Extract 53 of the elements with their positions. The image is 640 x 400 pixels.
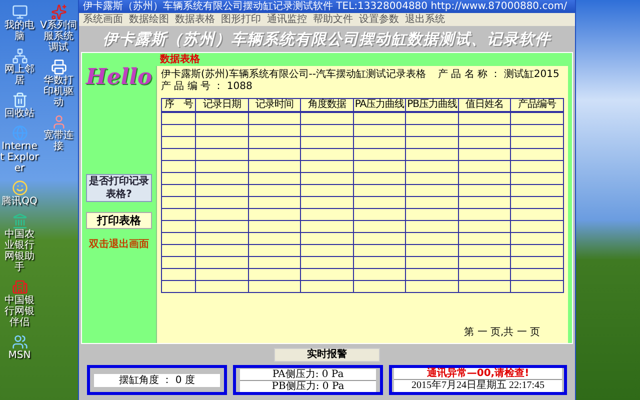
realtime-alarm-button[interactable]: 实时报警: [274, 348, 380, 362]
desktop-icon-label[interactable]: 华数打印机驱动: [39, 75, 78, 108]
desktop-icon-label[interactable]: 中国农业银行网银助手: [0, 229, 39, 273]
product-name: 产 品 名 称 ： 测试缸2015: [438, 69, 560, 81]
menu-item[interactable]: 通讯监控: [267, 14, 307, 26]
desktop-icon-label[interactable]: 我的电脑: [0, 20, 39, 42]
column-header: 值日姓名: [458, 98, 511, 112]
menu-item[interactable]: 图形打印: [221, 14, 261, 26]
menu-item[interactable]: 系统画面: [83, 14, 123, 26]
product-number: 产 品 编 号 ： 1088: [161, 81, 252, 93]
print-question-button[interactable]: 是否打印记录表格?: [86, 174, 152, 202]
column-header: 序 号: [162, 98, 196, 112]
sparkle-icon[interactable]: [50, 4, 66, 20]
computer-icon[interactable]: [12, 4, 28, 20]
globe-icon[interactable]: [12, 125, 28, 141]
column-header: 产品编号: [510, 98, 564, 112]
people-icon[interactable]: [12, 334, 28, 350]
pa-pressure-reading: PA侧压力: 0 Pa: [240, 368, 376, 380]
desktop-icon-label[interactable]: 腾讯QQ: [2, 196, 38, 207]
trash-icon[interactable]: [12, 92, 28, 108]
print-table-button[interactable]: 打印表格: [86, 212, 152, 229]
building-icon[interactable]: [12, 279, 28, 295]
column-header: 角度数据: [300, 98, 354, 112]
desktop-icon-label[interactable]: 网上邻居: [0, 64, 39, 86]
window-title: 伊卡露斯（苏州）车辆系统有限公司摆动缸记录测试软件 TEL:13328004880 http://www.87000880.com/: [79, 0, 575, 13]
printer-icon[interactable]: [50, 59, 66, 75]
column-header: PA压力曲线: [353, 98, 406, 112]
column-header: 记录时间: [248, 98, 301, 112]
alarm-message: 通讯异常—00,请检查!: [394, 368, 562, 380]
desktop-icon-label[interactable]: MSN: [8, 350, 31, 361]
network-icon[interactable]: [12, 48, 28, 64]
column-header: 记录日期: [196, 98, 248, 112]
bank-icon[interactable]: [12, 213, 28, 229]
person-icon[interactable]: [50, 114, 66, 130]
date-time: 2015年7月24日星期五 22:17:45: [394, 380, 562, 392]
page-info: 第 一 页,共 一 页: [464, 327, 540, 339]
report-heading: 伊卡露斯(苏州)车辆系统有限公司--汽车摆动缸测试记录表格: [161, 69, 426, 80]
desktop-icon-label[interactable]: 回收站: [4, 108, 34, 119]
menu-item[interactable]: 数据表格: [175, 14, 215, 26]
banner-title: 伊卡露斯（苏州）车辆系统有限公司摆动缸数据测试、记录软件: [103, 28, 551, 50]
menu-item[interactable]: 帮助文件: [313, 14, 353, 26]
hello-logo: Hello: [86, 63, 152, 92]
desktop-icon-label[interactable]: 中国银行网银伴侣: [0, 295, 39, 328]
smiley-icon[interactable]: [12, 180, 28, 196]
desktop-icon-label[interactable]: V系列伺服系统调试: [39, 20, 78, 53]
menu-item[interactable]: 退出系统: [405, 14, 445, 26]
menu-item[interactable]: 数据绘图: [129, 14, 169, 26]
panel-title: 数据表格: [158, 53, 201, 66]
angle-reading: 摆缸角度 ： 0 度: [94, 374, 220, 386]
menu-item[interactable]: 设置参数: [359, 14, 399, 26]
column-header: PB压力曲线: [406, 98, 458, 112]
exit-hint: 双击退出画面: [89, 238, 149, 252]
pb-pressure-reading: PB侧压力: 0 Pa: [240, 380, 376, 392]
